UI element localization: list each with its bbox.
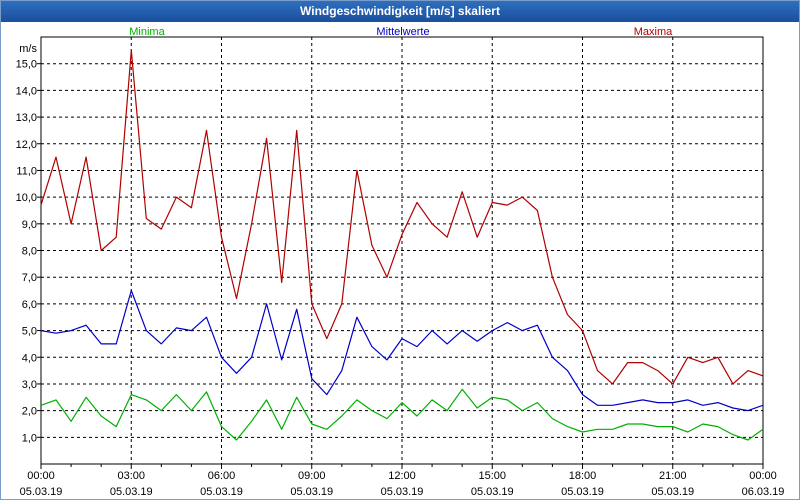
y-axis-label: m/s xyxy=(19,43,37,55)
x-tick-time: 03:00 xyxy=(117,470,145,482)
y-tick-label: 10,0 xyxy=(16,192,37,204)
y-tick-label: 6,0 xyxy=(22,299,37,311)
legend-entry: Maxima xyxy=(634,26,673,38)
x-tick-time: 18:00 xyxy=(569,470,597,482)
x-tick-time: 00:00 xyxy=(27,470,55,482)
x-tick-time: 09:00 xyxy=(298,470,326,482)
y-tick-label: 13,0 xyxy=(16,112,37,124)
x-tick-time: 21:00 xyxy=(659,470,687,482)
x-tick-time: 06:00 xyxy=(208,470,236,482)
y-tick-label: 7,0 xyxy=(22,272,37,284)
y-tick-label: 3,0 xyxy=(22,379,37,391)
y-tick-label: 5,0 xyxy=(22,326,37,338)
y-tick-label: 11,0 xyxy=(16,165,37,177)
y-tick-label: 14,0 xyxy=(16,85,37,97)
x-tick-date: 05.03.19 xyxy=(290,486,333,498)
grid xyxy=(41,37,763,464)
x-tick-date: 05.03.19 xyxy=(651,486,694,498)
x-tick-time: 15:00 xyxy=(478,470,506,482)
x-tick-date: 05.03.19 xyxy=(561,486,604,498)
y-tick-label: 2,0 xyxy=(22,406,37,418)
window-title: Windgeschwindigkeit [m/s] skaliert xyxy=(1,1,799,22)
x-tick-date: 05.03.19 xyxy=(381,486,424,498)
x-tick-time: 12:00 xyxy=(388,470,416,482)
legend-entry: Minima xyxy=(129,26,165,38)
y-tick-label: 15,0 xyxy=(16,59,37,71)
y-tick-label: 8,0 xyxy=(22,246,37,258)
legend-entry: Mittelwerte xyxy=(376,26,429,38)
y-tick-label: 9,0 xyxy=(22,219,37,231)
chart-window: Windgeschwindigkeit [m/s] skaliert 1,0 2,… xyxy=(0,0,800,500)
x-tick-date: 05.03.19 xyxy=(471,486,514,498)
x-tick-date: 06.03.19 xyxy=(742,486,785,498)
y-tick-label: 12,0 xyxy=(16,139,37,151)
x-tick-date: 05.03.19 xyxy=(200,486,243,498)
x-tick-date: 05.03.19 xyxy=(110,486,153,498)
series-line-minima xyxy=(40,388,764,441)
x-tick-time: 00:00 xyxy=(749,470,777,482)
wind-speed-chart: 1,0 2,0 3,0 4,0 5,0 6,0 7,0 8,0 9,0 10,0 11,0 12,0 1… xyxy=(16,26,785,498)
y-tick-label: 4,0 xyxy=(22,352,37,364)
x-tick-date: 05.03.19 xyxy=(20,486,63,498)
y-tick-label: 1,0 xyxy=(22,432,37,444)
